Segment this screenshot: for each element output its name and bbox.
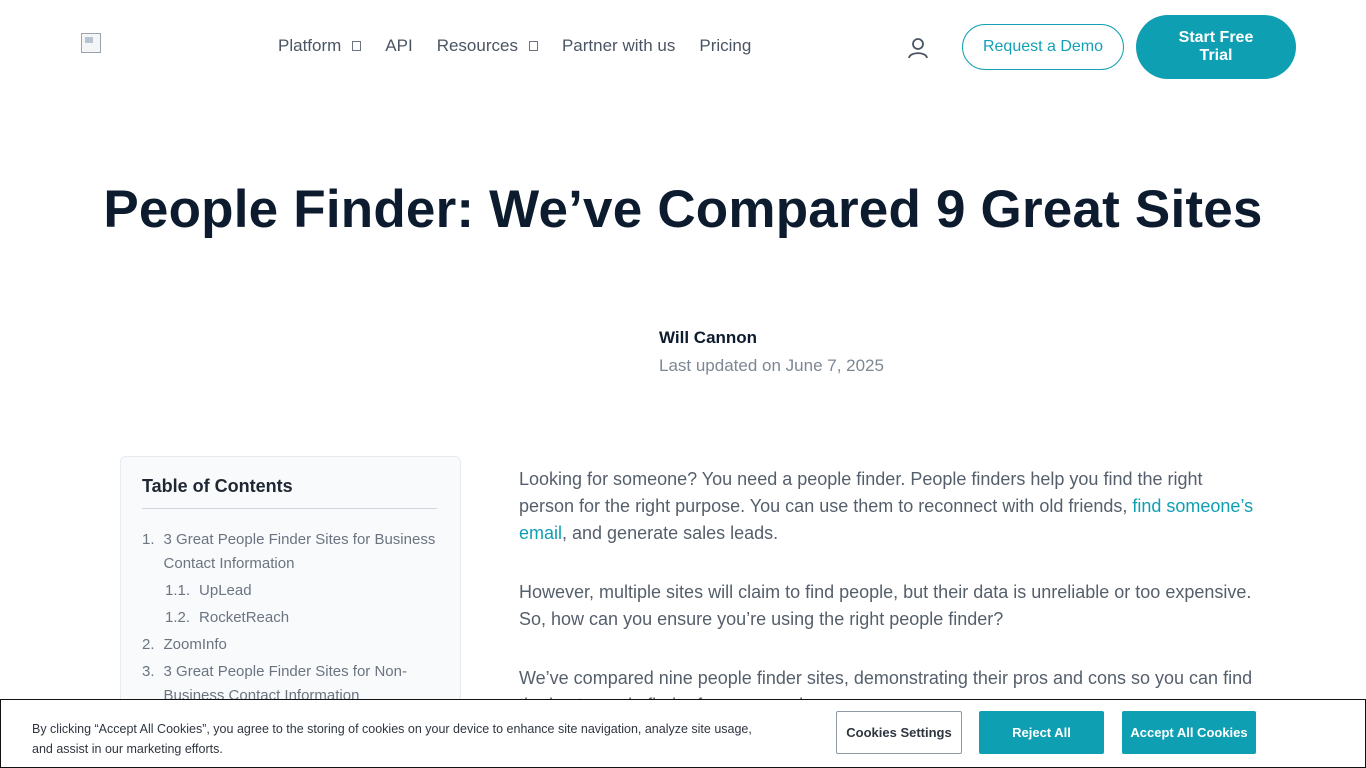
nav-item-api[interactable]: API [385, 36, 412, 56]
nav-label: Pricing [699, 36, 752, 55]
paragraph-text: Looking for someone? You need a people f… [519, 469, 1203, 516]
toc-item[interactable]: 1. 3 Great People Finder Sites for Busin… [142, 528, 442, 576]
toc-item-label: 3 Great People Finder Sites for Business… [163, 531, 436, 572]
toc-list: 1. 3 Great People Finder Sites for Busin… [142, 528, 442, 711]
nav-label: API [385, 36, 413, 55]
author-name: Will Cannon [659, 328, 758, 347]
logo-image[interactable] [81, 33, 101, 53]
paragraph-text: , and generate sales leads. [562, 523, 779, 543]
accept-all-cookies-button[interactable]: Accept All Cookies [1122, 711, 1256, 754]
toc-item-label: UpLead [199, 582, 252, 599]
nav-label: Resources [436, 36, 518, 55]
toc-item-number: 1.2. [165, 609, 191, 626]
toc-item-number: 2. [142, 636, 155, 653]
toc-item-number: 1. [142, 531, 155, 548]
main-nav: Platform API Resources Partner with us P… [278, 36, 775, 56]
nav-item-pricing[interactable]: Pricing [699, 36, 751, 56]
nav-label: Partner with us [561, 36, 676, 55]
toc-item[interactable]: 2. ZoomInfo [142, 633, 442, 657]
table-of-contents: Table of Contents 1. 3 Great People Find… [120, 456, 461, 716]
page-title: People Finder: We’ve Compared 9 Great Si… [103, 180, 1263, 239]
cookies-settings-button[interactable]: Cookies Settings [836, 711, 962, 754]
article-paragraph: Looking for someone? You need a people f… [519, 466, 1259, 547]
nav-item-platform[interactable]: Platform [278, 36, 362, 56]
user-icon[interactable] [906, 36, 930, 60]
cookie-banner: By clicking “Accept All Cookies”, you ag… [0, 699, 1366, 768]
site-header: Platform API Resources Partner with us P… [0, 0, 1366, 92]
last-updated-date: Last updated on June 7, 2025 [659, 356, 884, 375]
article-paragraph: However, multiple sites will claim to fi… [519, 582, 1252, 629]
nav-item-partner[interactable]: Partner with us [562, 36, 675, 56]
nav-item-resources[interactable]: Resources [437, 36, 538, 56]
start-free-trial-button[interactable]: Start Free Trial [1136, 15, 1296, 79]
cookie-consent-text: By clicking “Accept All Cookies”, you ag… [32, 722, 752, 756]
chevron-down-icon [352, 41, 362, 51]
toc-item-label: ZoomInfo [163, 636, 227, 653]
toc-item[interactable]: 1.2. RocketReach [142, 606, 442, 630]
reject-all-button[interactable]: Reject All [979, 711, 1104, 754]
toc-item-number: 1.1. [165, 582, 191, 599]
toc-title: Table of Contents [142, 476, 293, 496]
toc-item[interactable]: 1.1. UpLead [142, 579, 442, 603]
chevron-down-icon [528, 41, 538, 51]
nav-label: Platform [278, 36, 342, 55]
toc-item-label: RocketReach [199, 609, 290, 626]
request-demo-button[interactable]: Request a Demo [962, 24, 1124, 70]
toc-divider [142, 508, 437, 509]
